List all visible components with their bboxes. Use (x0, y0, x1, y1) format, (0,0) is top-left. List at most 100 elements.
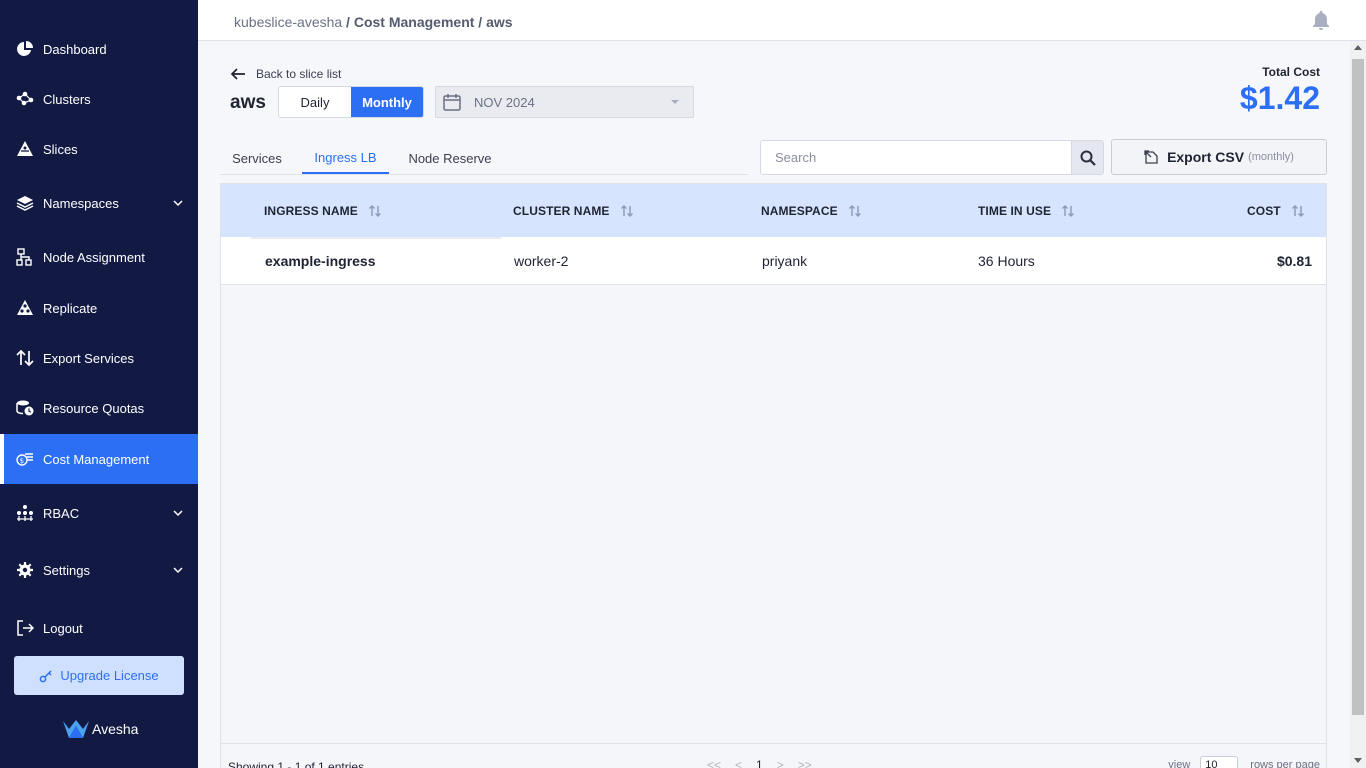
entries-info: Showing 1 - 1 of 1 entries (228, 760, 365, 768)
sidebar-item-slices[interactable]: Slices (0, 124, 198, 174)
hierarchy-icon (16, 248, 34, 266)
table-footer: Showing 1 - 1 of 1 entries << < 1 > >> v… (221, 743, 1326, 768)
month-picker[interactable]: NOV 2024 (435, 86, 694, 118)
search-icon (1080, 150, 1096, 166)
sort-icon[interactable] (368, 204, 382, 218)
key-icon (39, 669, 52, 682)
pagination: << < 1 > >> (707, 758, 826, 768)
back-to-slice-list-link[interactable]: Back to slice list (230, 66, 341, 82)
slices-icon (16, 140, 34, 158)
column-header-namespace: NAMESPACE (761, 184, 862, 237)
sidebar-item-replicate[interactable]: Replicate (0, 283, 198, 333)
chevron-down-icon (173, 510, 183, 517)
tab-services[interactable]: Services (220, 142, 294, 174)
upgrade-license-label: Upgrade License (60, 668, 159, 683)
cell-cluster-name: worker-2 (514, 253, 569, 269)
vertical-scrollbar[interactable] (1350, 41, 1366, 768)
tab-bar: Services Ingress LB Node Reserve (220, 142, 748, 175)
cell-cost: $0.81 (1276, 253, 1312, 269)
back-label: Back to slice list (256, 67, 342, 81)
search-button[interactable] (1071, 141, 1103, 174)
column-header-label: CLUSTER NAME (513, 203, 610, 218)
scroll-down-arrow[interactable] (1354, 758, 1362, 763)
sidebar-item-export-services[interactable]: Export Services (0, 333, 198, 383)
caret-down-icon[interactable] (665, 92, 685, 112)
sort-icon[interactable] (620, 204, 634, 218)
month-picker-value: NOV 2024 (474, 94, 535, 110)
sort-icon[interactable] (848, 204, 862, 218)
sidebar-item-dashboard[interactable]: Dashboard (0, 24, 198, 74)
export-csv-label: Export CSV (1167, 149, 1245, 165)
daily-toggle-button[interactable]: Daily (279, 87, 351, 117)
chevron-down-icon (173, 200, 183, 207)
rows-per-page-control: view 10 rows per page (1168, 756, 1320, 768)
first-page-button[interactable]: << (707, 758, 721, 768)
page-number[interactable]: 1 (756, 758, 763, 768)
layers-icon (16, 194, 34, 212)
column-header-cost: COST (1247, 184, 1305, 237)
sidebar-item-label: Slices (43, 141, 78, 157)
sort-icon[interactable] (1291, 204, 1305, 218)
brand-logo: Avesha (62, 718, 138, 740)
cell-ingress-name: example-ingress (265, 253, 376, 269)
top-bar: kubeslice-avesha / Cost Management / aws (198, 0, 1366, 41)
tab-node-reserve[interactable]: Node Reserve (398, 142, 502, 174)
sidebar-item-resource-quotas[interactable]: Resource Quotas (0, 383, 198, 433)
ingress-table: INGRESS NAME CLUSTER NAME NAMESPACE TIME… (220, 183, 1327, 768)
breadcrumb-current: aws (486, 14, 513, 30)
sidebar-item-label: Node Assignment (43, 249, 145, 265)
sort-icon[interactable] (1061, 204, 1075, 218)
view-label: view (1168, 759, 1191, 768)
scroll-up-arrow[interactable] (1354, 45, 1362, 50)
brand-name: Avesha (92, 721, 139, 737)
avesha-logo-icon (63, 720, 89, 738)
sidebar-item-clusters[interactable]: Clusters (0, 74, 198, 124)
column-header-label: INGRESS NAME (264, 203, 358, 218)
cost-icon: $ (16, 450, 34, 468)
sidebar-item-logout[interactable]: Logout (0, 603, 198, 653)
export-csv-button[interactable]: Export CSV (monthly) (1111, 139, 1327, 175)
sidebar-item-label: Cost Management (43, 451, 150, 467)
export-icon (1144, 149, 1158, 164)
column-header-time-in-use: TIME IN USE (978, 184, 1075, 237)
cluster-icon (16, 90, 34, 108)
table-row[interactable]: example-ingress worker-2 priyank 36 Hour… (221, 237, 1326, 285)
last-page-button[interactable]: >> (798, 758, 812, 768)
breadcrumb-separator: / (474, 14, 487, 30)
breadcrumb-cost-management[interactable]: Cost Management (354, 14, 475, 30)
sidebar-item-namespaces[interactable]: Namespaces (0, 178, 198, 228)
tab-ingress-lb[interactable]: Ingress LB (302, 142, 389, 174)
prev-page-button[interactable]: < (735, 758, 742, 768)
column-header-cluster-name: CLUSTER NAME (513, 184, 634, 237)
sidebar-item-cost-management[interactable]: $ Cost Management (0, 434, 198, 484)
rows-per-page-label: rows per page (1250, 759, 1320, 768)
scrollbar-thumb[interactable] (1352, 59, 1364, 715)
sidebar-item-settings[interactable]: Settings (0, 545, 198, 595)
page-title: aws (230, 92, 266, 113)
column-header-label: COST (1247, 203, 1281, 218)
replicate-icon (16, 299, 34, 317)
sidebar-item-rbac[interactable]: RBAC (0, 488, 198, 538)
bell-icon[interactable] (1312, 10, 1330, 30)
calendar-icon (443, 94, 461, 111)
breadcrumb-root[interactable]: kubeslice-avesha (234, 14, 342, 30)
rows-per-page-value: 10 (1205, 759, 1218, 768)
period-toggle: Daily Monthly (278, 86, 424, 118)
monthly-toggle-button[interactable]: Monthly (351, 87, 423, 117)
search-box (760, 140, 1104, 175)
upgrade-license-button[interactable]: Upgrade License (14, 656, 184, 695)
sidebar-item-node-assignment[interactable]: Node Assignment (0, 232, 198, 282)
rows-per-page-select[interactable]: 10 (1200, 756, 1239, 768)
arrow-left-icon (230, 68, 245, 80)
next-page-button[interactable]: > (777, 758, 784, 768)
table-header: INGRESS NAME CLUSTER NAME NAMESPACE TIME… (221, 184, 1326, 237)
arrows-updown-icon (16, 349, 34, 367)
column-header-label: TIME IN USE (978, 203, 1052, 218)
quota-icon (16, 399, 34, 417)
sidebar-item-label: Export Services (43, 350, 135, 366)
breadcrumb-separator: / (342, 14, 354, 30)
logout-icon (16, 619, 34, 637)
cell-namespace: priyank (762, 253, 808, 269)
sidebar-item-label: Replicate (43, 300, 98, 316)
search-input[interactable] (761, 141, 1071, 174)
